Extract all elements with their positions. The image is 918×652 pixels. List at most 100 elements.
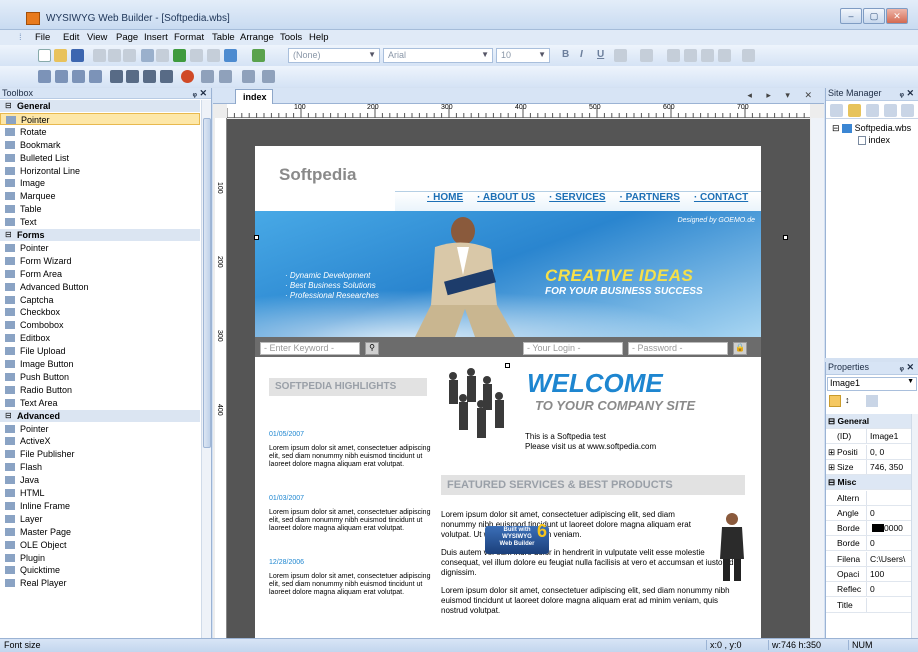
- toolbox-item[interactable]: Layer: [0, 513, 200, 525]
- align-left-icon[interactable]: [667, 49, 680, 62]
- property-row[interactable]: Borde 0000: [826, 521, 912, 537]
- copy-icon[interactable]: [108, 49, 121, 62]
- nav-partners[interactable]: · PARTNERS: [620, 192, 680, 203]
- toolbox-item[interactable]: Inline Frame: [0, 500, 200, 512]
- delete-icon[interactable]: [866, 104, 879, 117]
- close-button[interactable]: ✕: [886, 8, 908, 24]
- toolbox-scrollbar[interactable]: [201, 100, 211, 638]
- toolbox-item[interactable]: Image Button: [0, 358, 200, 370]
- expand-icon[interactable]: ⊞: [828, 445, 835, 459]
- toolbox-item[interactable]: Image: [0, 177, 200, 189]
- toolbox-item[interactable]: Captcha: [0, 294, 200, 306]
- toolbox-item[interactable]: Pointer: [0, 112, 200, 125]
- toolbox-item[interactable]: Real Player: [0, 577, 200, 589]
- collapse-icon[interactable]: ⊟: [826, 416, 837, 426]
- justify-icon[interactable]: [718, 49, 731, 62]
- symbol-icon[interactable]: [190, 49, 203, 62]
- toolbox-item[interactable]: Bookmark: [0, 139, 200, 151]
- view-icon[interactable]: [262, 70, 275, 83]
- order-icon[interactable]: [126, 70, 139, 83]
- toolbox-item[interactable]: Checkbox: [0, 306, 200, 318]
- property-value[interactable]: 0000: [870, 521, 912, 535]
- toolbox-item[interactable]: Editbox: [0, 332, 200, 344]
- nav-services[interactable]: · SERVICES: [549, 192, 606, 203]
- pin-close-icon[interactable]: ᵩ ✕: [900, 88, 914, 99]
- sort-icon[interactable]: ↕: [845, 395, 850, 405]
- toolbox-item[interactable]: Text Area: [0, 397, 200, 409]
- collapse-icon[interactable]: ⊟: [826, 477, 837, 487]
- toolbox-item[interactable]: Quicktime: [0, 564, 200, 576]
- align-tool-icon[interactable]: [55, 70, 68, 83]
- order-icon[interactable]: [110, 70, 123, 83]
- toolbox-item[interactable]: Plugin: [0, 552, 200, 564]
- property-row[interactable]: Title: [826, 597, 912, 613]
- property-pages-icon[interactable]: [866, 395, 878, 407]
- font-color-icon[interactable]: [614, 49, 627, 62]
- properties-icon[interactable]: [884, 104, 897, 117]
- font-combo[interactable]: Arial ▼: [383, 48, 493, 63]
- italic-button[interactable]: I: [580, 49, 583, 60]
- tab-index[interactable]: index: [235, 89, 273, 104]
- property-value[interactable]: 0: [870, 536, 912, 550]
- menu-tools[interactable]: Tools: [280, 32, 302, 43]
- align-tool-icon[interactable]: [38, 70, 51, 83]
- property-row[interactable]: ⊞ Positi 0, 0: [826, 444, 912, 460]
- property-value[interactable]: 0: [870, 506, 912, 520]
- snap-icon[interactable]: [219, 70, 232, 83]
- categorized-icon[interactable]: [829, 395, 841, 407]
- toolbox-item[interactable]: Combobox: [0, 319, 200, 331]
- expand-icon[interactable]: ⊞: [828, 460, 835, 474]
- property-group[interactable]: ⊟ General: [826, 414, 912, 429]
- property-row[interactable]: Opaci 100: [826, 567, 912, 582]
- toolbox-item[interactable]: HTML: [0, 487, 200, 499]
- format-icon[interactable]: [742, 49, 755, 62]
- tab-controls[interactable]: ◂ ▸ ▾ ✕: [747, 90, 818, 101]
- image-tool-icon[interactable]: [242, 70, 255, 83]
- new-icon[interactable]: [38, 49, 51, 62]
- toolbox-item[interactable]: Flash: [0, 461, 200, 473]
- pin-close-icon[interactable]: ᵩ ✕: [900, 362, 914, 373]
- menu-help[interactable]: Help: [309, 32, 329, 43]
- align-tool-icon[interactable]: [72, 70, 85, 83]
- menu-format[interactable]: Format: [174, 32, 204, 43]
- folder-icon[interactable]: [848, 104, 861, 117]
- menu-table[interactable]: Table: [212, 32, 235, 43]
- grid-icon[interactable]: [201, 70, 214, 83]
- tree-root[interactable]: ⊟ Softpedia.wbs: [832, 123, 911, 134]
- underline-button[interactable]: U: [597, 49, 604, 60]
- undo-icon[interactable]: [141, 49, 154, 62]
- toolbox-item[interactable]: OLE Object: [0, 539, 200, 551]
- design-canvas[interactable]: Softpedia · HOME · ABOUT US · SERVICES ·…: [227, 119, 810, 638]
- align-right-icon[interactable]: [701, 49, 714, 62]
- property-row[interactable]: Borde 0: [826, 536, 912, 552]
- scrollbar-thumb[interactable]: [203, 118, 211, 448]
- menu-view[interactable]: View: [87, 32, 107, 43]
- lock-icon[interactable]: 🔒: [733, 342, 747, 355]
- toolbox-item[interactable]: Pointer: [0, 423, 200, 435]
- toolbox-item[interactable]: Horizontal Line: [0, 165, 200, 177]
- toolbox-item[interactable]: Marquee: [0, 190, 200, 202]
- property-value[interactable]: 746, 350: [870, 460, 912, 474]
- order-icon[interactable]: [160, 70, 173, 83]
- object-selector[interactable]: Image1 ▼: [827, 377, 917, 391]
- toolbox-item[interactable]: Radio Button: [0, 384, 200, 396]
- property-row[interactable]: Altern: [826, 490, 912, 506]
- property-row[interactable]: Filena C:\Users\: [826, 551, 912, 567]
- toolbox-item[interactable]: Push Button: [0, 371, 200, 383]
- nav-about[interactable]: · ABOUT US: [477, 192, 535, 203]
- nav-contact[interactable]: · CONTACT: [694, 192, 748, 203]
- toolbox-item[interactable]: Advanced Button: [0, 281, 200, 293]
- toolbox-item[interactable]: File Publisher: [0, 448, 200, 460]
- toolbox-item[interactable]: Bulleted List: [0, 152, 200, 164]
- style-combo[interactable]: (None) ▼: [288, 48, 380, 63]
- cut-icon[interactable]: [93, 49, 106, 62]
- open-icon[interactable]: [54, 49, 67, 62]
- property-row[interactable]: Reflec 0: [826, 582, 912, 598]
- selection-handle[interactable]: [505, 363, 510, 368]
- property-value[interactable]: C:\Users\: [870, 552, 912, 566]
- toolbox-item[interactable]: File Upload: [0, 345, 200, 357]
- toolbox-category[interactable]: Forms: [0, 229, 200, 241]
- menu-edit[interactable]: Edit: [63, 32, 79, 43]
- paste-icon[interactable]: [123, 49, 136, 62]
- toolbox-item[interactable]: Master Page: [0, 526, 200, 538]
